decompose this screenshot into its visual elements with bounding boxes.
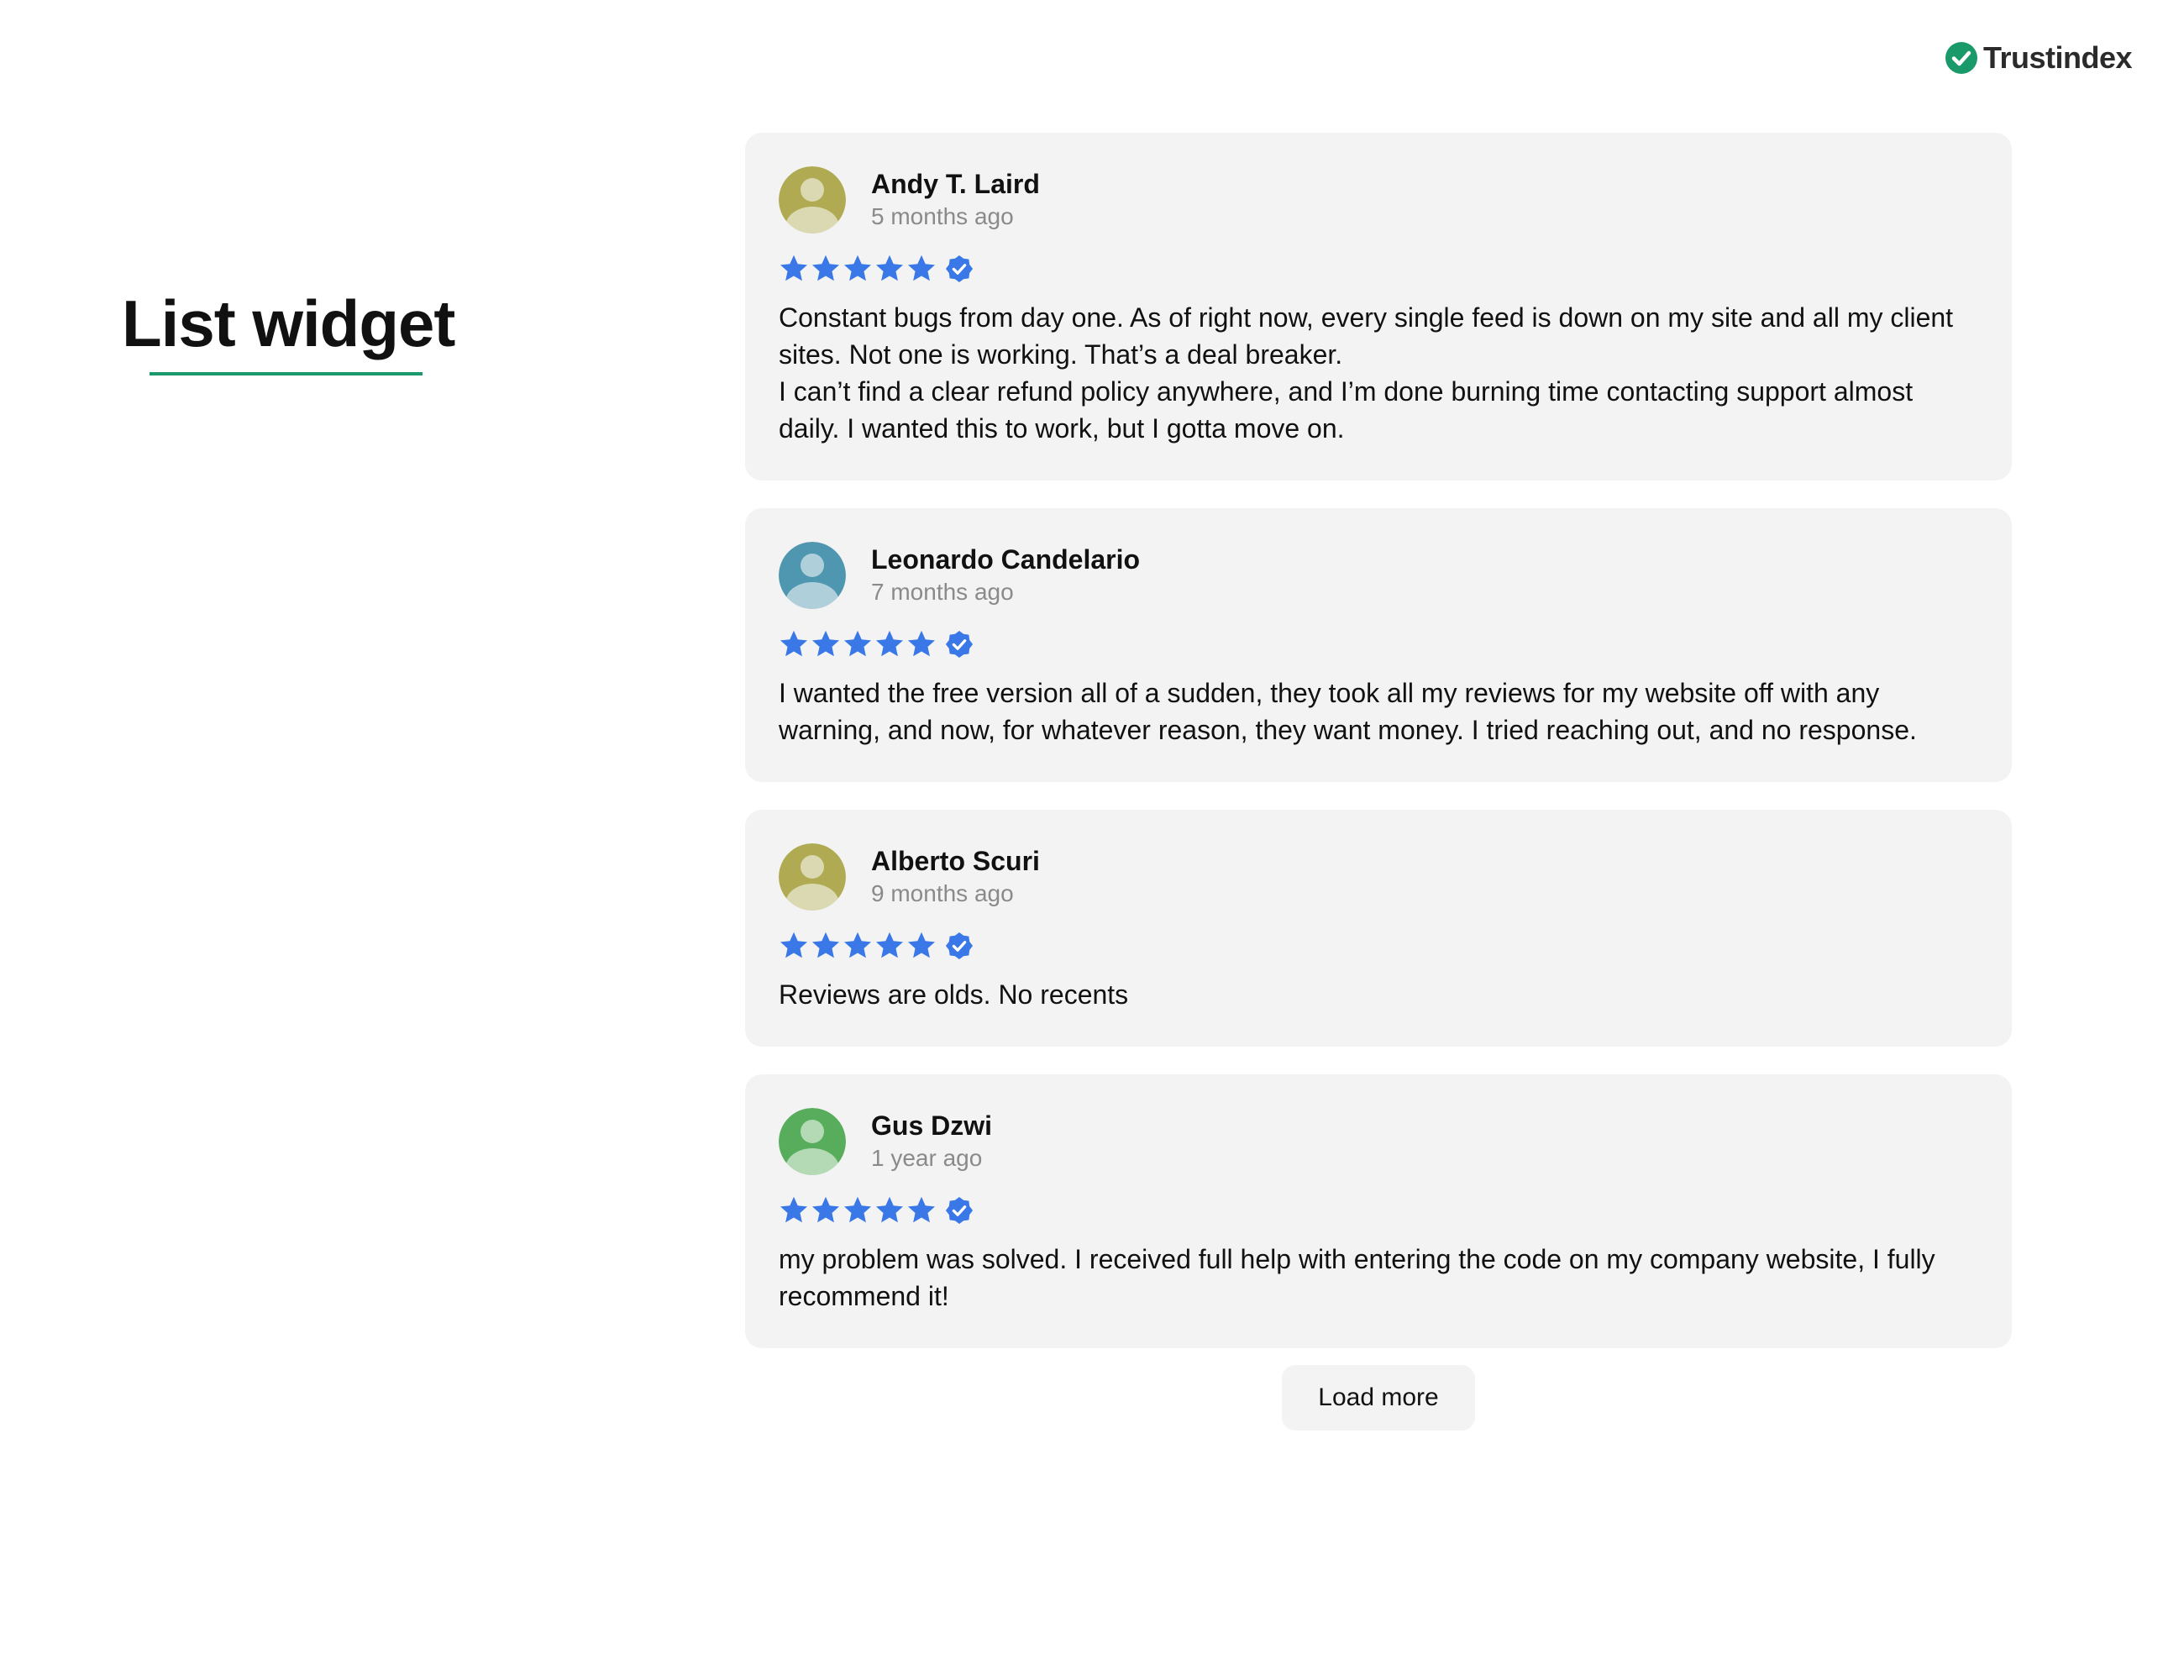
review-card: Leonardo Candelario 7 months ago I wanted … [745, 508, 2012, 782]
star-icon [874, 254, 905, 284]
review-date: 9 months ago [871, 880, 1014, 906]
star-icon [906, 1195, 937, 1226]
brand-name: Trustindex [1982, 40, 2133, 75]
review-header: Alberto Scuri 9 months ago [779, 843, 1978, 911]
star-icon [874, 931, 905, 961]
verified-badge-icon [945, 1196, 974, 1225]
star-icon [906, 254, 937, 284]
star-icon [811, 629, 841, 659]
star-icon [843, 931, 873, 961]
star-icon [906, 629, 937, 659]
review-date: 5 months ago [871, 203, 1014, 229]
review-header: Gus Dzwi 1 year ago [779, 1108, 1978, 1175]
user-avatar-icon [779, 542, 846, 609]
reviewer-meta: Leonardo Candelario 7 months ago [871, 543, 1140, 608]
review-text: my problem was solved. I received full h… [779, 1244, 1935, 1311]
reviewer-name: Gus Dzwi [871, 1110, 993, 1141]
star-icon [874, 629, 905, 659]
star-icon [779, 629, 809, 659]
star-icon [811, 1195, 841, 1226]
review-text: I wanted the free version all of a sudde… [779, 678, 1917, 745]
reviewer-name: Leonardo Candelario [871, 544, 1141, 575]
page-title: List widget [122, 286, 455, 360]
review-text: Constant bugs from day one. As of right … [779, 302, 1954, 444]
star-rating [779, 252, 1978, 286]
star-rating [779, 929, 1978, 963]
star-icon [779, 254, 809, 284]
title-underline [150, 372, 423, 375]
star-icon [811, 254, 841, 284]
trustindex-logo: Trustindex [1945, 40, 2133, 76]
star-icon [811, 931, 841, 961]
star-icon [906, 931, 937, 961]
user-avatar-icon [779, 1108, 846, 1175]
star-rating [779, 1194, 1978, 1227]
star-icon [779, 931, 809, 961]
avatar [779, 542, 846, 609]
star-icon [843, 1195, 873, 1226]
review-header: Leonardo Candelario 7 months ago [779, 542, 1978, 609]
avatar [779, 1108, 846, 1175]
avatar [779, 166, 846, 234]
review-date: 1 year ago [871, 1145, 983, 1171]
star-rating [779, 627, 1978, 661]
reviewer-name: Alberto Scuri [871, 846, 1040, 876]
star-icon [843, 254, 873, 284]
star-icon [779, 1195, 809, 1226]
review-text: Reviews are olds. No recents [779, 979, 1129, 1010]
star-icon [843, 629, 873, 659]
star-icon [874, 1195, 905, 1226]
review-list: Andy T. Laird 5 months ago Constant bugs f… [745, 133, 2012, 1431]
reviewer-meta: Gus Dzwi 1 year ago [871, 1109, 992, 1174]
reviewer-meta: Andy T. Laird 5 months ago [871, 167, 1040, 233]
reviewer-name: Andy T. Laird [871, 169, 1040, 199]
verified-badge-icon [945, 630, 974, 659]
review-header: Andy T. Laird 5 months ago [779, 166, 1978, 234]
review-card: Andy T. Laird 5 months ago Constant bugs f… [745, 133, 2012, 480]
user-avatar-icon [779, 166, 846, 234]
check-circle-icon [1945, 41, 1978, 75]
review-date: 7 months ago [871, 579, 1014, 605]
avatar [779, 843, 846, 911]
reviewer-meta: Alberto Scuri 9 months ago [871, 844, 1040, 910]
load-more-button[interactable]: Load more [1282, 1365, 1475, 1431]
review-card: Gus Dzwi 1 year ago my problem was solved.… [745, 1074, 2012, 1348]
verified-badge-icon [945, 932, 974, 960]
user-avatar-icon [779, 843, 846, 911]
verified-badge-icon [945, 255, 974, 283]
review-card: Alberto Scuri 9 months ago Reviews are old… [745, 810, 2012, 1047]
